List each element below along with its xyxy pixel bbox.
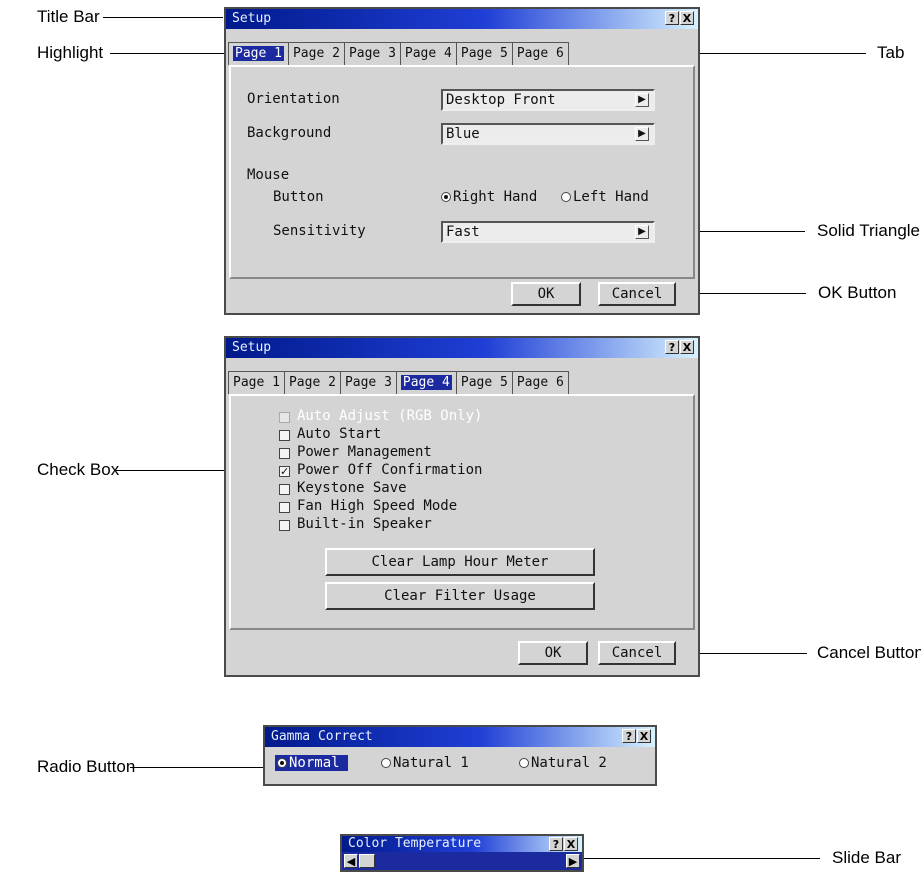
checkbox-fan-high-speed[interactable] (279, 502, 290, 513)
slide-bar[interactable]: ◀ ▶ (342, 852, 582, 870)
help-icon[interactable]: ? (665, 340, 679, 354)
tab-page-2[interactable]: Page 2 (284, 371, 341, 394)
gamma-correct-dialog: Gamma Correct ? X Normal Natural 1 Natur… (263, 725, 657, 786)
orientation-dropdown[interactable]: Desktop Front ▶ (441, 89, 655, 111)
orientation-label: Orientation (247, 91, 340, 107)
close-icon[interactable]: X (680, 11, 694, 25)
radio-dot-icon (561, 192, 571, 202)
checkbox-built-in-speaker[interactable] (279, 520, 290, 531)
callout-highlight: Highlight (37, 43, 104, 62)
tab-page-1[interactable]: Page 1 (228, 42, 289, 65)
tab-page-4[interactable]: Page 4 (400, 42, 457, 65)
callout-solid-triangle: Solid Triangle (817, 221, 921, 240)
tab-strip: Page 1 Page 2 Page 3 Page 4 Page 5 Page … (228, 42, 569, 66)
callout-line (110, 53, 227, 54)
tab-page-5[interactable]: Page 5 (456, 371, 513, 394)
tab-page-6[interactable]: Page 6 (512, 42, 569, 65)
cancel-button[interactable]: Cancel (598, 641, 676, 665)
callout-line (582, 858, 820, 859)
title-bar: Color Temperature ? X (342, 836, 582, 852)
callout-check-box: Check Box (37, 460, 120, 479)
setup-dialog-page4: Setup ? X Page 1 Page 2 Page 3 Page 4 Pa… (224, 336, 700, 677)
clear-lamp-hour-meter-button[interactable]: Clear Lamp Hour Meter (325, 548, 595, 576)
callout-cancel-button: Cancel Button (817, 643, 921, 662)
radio-natural-1[interactable]: Natural 1 (381, 755, 469, 771)
solid-triangle-icon[interactable]: ▶ (635, 225, 649, 239)
background-label: Background (247, 125, 332, 141)
tab-page-3[interactable]: Page 3 (340, 371, 397, 394)
help-icon[interactable]: ? (622, 729, 636, 743)
close-icon[interactable]: X (637, 729, 651, 743)
ok-button[interactable]: OK (511, 282, 581, 306)
checkbox-label: Power Off Confirmation (297, 462, 483, 478)
checkbox-label: Power Management (297, 444, 432, 460)
sensitivity-value: Fast (446, 224, 480, 240)
solid-triangle-icon[interactable]: ▶ (635, 93, 649, 107)
help-icon[interactable]: ? (549, 837, 563, 851)
checkbox-label: Auto Adjust (RGB Only) (297, 408, 483, 424)
radio-dot-icon (277, 758, 287, 768)
close-icon[interactable]: X (564, 837, 578, 851)
window-title: Setup (232, 340, 272, 355)
ok-button[interactable]: OK (518, 641, 588, 665)
cancel-button[interactable]: Cancel (598, 282, 676, 306)
slide-right-arrow-icon[interactable]: ▶ (566, 854, 580, 868)
callout-tab: Tab (877, 43, 905, 62)
slide-thumb[interactable] (359, 854, 375, 868)
checkbox-label: Auto Start (297, 426, 382, 442)
radio-dot-icon (381, 758, 391, 768)
checkbox-label: Built-in Speaker (297, 516, 432, 532)
color-temperature-dialog: Color Temperature ? X ◀ ▶ (340, 834, 584, 872)
clear-filter-usage-button[interactable]: Clear Filter Usage (325, 582, 595, 610)
background-dropdown[interactable]: Blue ▶ (441, 123, 655, 145)
radio-normal[interactable]: Normal (275, 755, 348, 771)
title-bar: Gamma Correct ? X (265, 727, 655, 747)
callout-line (130, 767, 278, 768)
tab-panel: Orientation Desktop Front ▶ Background B… (229, 65, 695, 279)
title-bar: Setup ? X (226, 9, 698, 29)
orientation-value: Desktop Front (446, 92, 556, 108)
close-icon[interactable]: X (680, 340, 694, 354)
sensitivity-dropdown[interactable]: Fast ▶ (441, 221, 655, 243)
mouse-label: Mouse (247, 167, 290, 183)
tab-page-1[interactable]: Page 1 (228, 371, 285, 394)
tab-page-6[interactable]: Page 6 (512, 371, 569, 394)
radio-dot-icon (441, 192, 451, 202)
button-label: Button (273, 189, 324, 205)
radio-dot-icon (519, 758, 529, 768)
radio-left-hand[interactable]: Left Hand (561, 189, 649, 205)
checkbox-auto-adjust (279, 412, 290, 423)
checkbox-power-management[interactable] (279, 448, 290, 459)
checkbox-power-off-confirmation[interactable]: ✓ (279, 466, 290, 477)
window-title: Gamma Correct (271, 729, 373, 744)
slide-left-arrow-icon[interactable]: ◀ (344, 854, 358, 868)
callout-ok-button: OK Button (818, 283, 897, 302)
tab-strip: Page 1 Page 2 Page 3 Page 4 Page 5 Page … (228, 371, 569, 395)
checkbox-auto-start[interactable] (279, 430, 290, 441)
radio-right-hand[interactable]: Right Hand (441, 189, 537, 205)
checkbox-label: Keystone Save (297, 480, 407, 496)
window-title: Color Temperature (348, 836, 482, 851)
checkbox-label: Fan High Speed Mode (297, 498, 458, 514)
tab-panel: Auto Adjust (RGB Only) Auto Start Power … (229, 394, 695, 630)
tab-page-5[interactable]: Page 5 (456, 42, 513, 65)
radio-natural-2[interactable]: Natural 2 (519, 755, 607, 771)
setup-dialog-page1: Setup ? X Page 1 Page 2 Page 3 Page 4 Pa… (224, 7, 700, 315)
window-title: Setup (232, 11, 272, 26)
checkbox-keystone-save[interactable] (279, 484, 290, 495)
sensitivity-label: Sensitivity (273, 223, 366, 239)
tab-page-4[interactable]: Page 4 (396, 371, 457, 394)
solid-triangle-icon[interactable]: ▶ (635, 127, 649, 141)
callout-title-bar: Title Bar (37, 7, 100, 26)
help-icon[interactable]: ? (665, 11, 679, 25)
tab-page-2[interactable]: Page 2 (288, 42, 345, 65)
callout-line (103, 17, 223, 18)
callout-slide-bar: Slide Bar (832, 848, 901, 867)
callout-radio-button: Radio Button (37, 757, 136, 776)
tab-page-3[interactable]: Page 3 (344, 42, 401, 65)
title-bar: Setup ? X (226, 338, 698, 358)
background-value: Blue (446, 126, 480, 142)
